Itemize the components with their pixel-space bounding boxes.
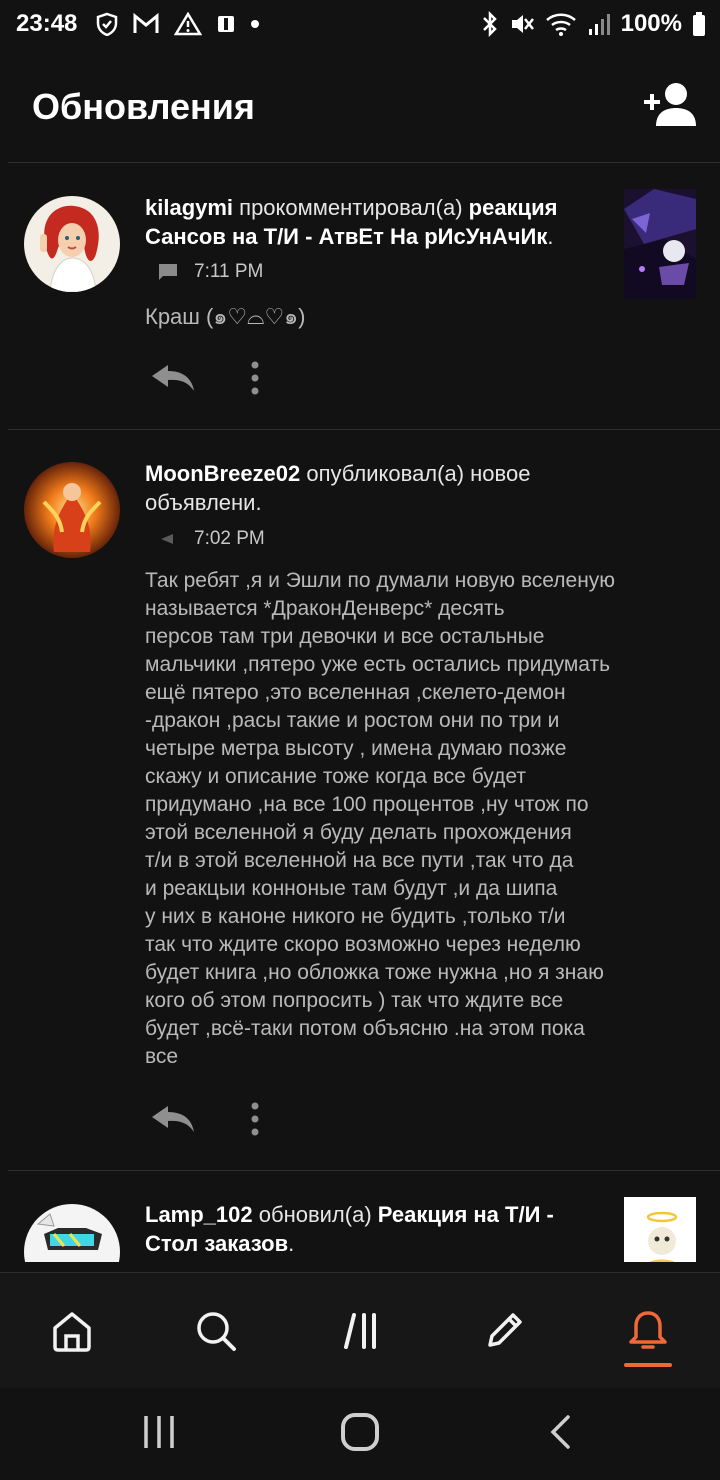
bottom-navigation: [0, 1272, 720, 1389]
username[interactable]: MoonBreeze02: [145, 461, 300, 486]
system-navigation-bar: [0, 1388, 720, 1480]
battery-icon: [693, 12, 705, 36]
status-time: 23:48: [16, 10, 78, 37]
nav-search[interactable]: [188, 1303, 244, 1359]
feed-item[interactable]: kilagymi прокомментировал(а) реакция Сан…: [0, 163, 720, 429]
feed-item[interactable]: MoonBreeze02 опубликовал(а) новое объявл…: [0, 430, 720, 1170]
item-meta: 7:02 PM: [158, 528, 265, 550]
item-meta: 7:11 PM: [158, 261, 263, 283]
system-icons: 100%: [481, 10, 706, 38]
bluetooth-icon: [482, 11, 497, 37]
announcement-text: Так ребят ,я и Эшли по думали новую всел…: [145, 569, 616, 1068]
bell-icon: [629, 1311, 667, 1349]
notification-icons: [96, 12, 260, 36]
library-icon: [344, 1313, 376, 1349]
nav-write[interactable]: [476, 1303, 532, 1359]
story-cover[interactable]: [624, 189, 696, 299]
recents-icon[interactable]: [142, 1414, 176, 1450]
status-bar: 23:48 100%: [0, 0, 720, 56]
item-headline: MoonBreeze02 опубликовал(а) новое объявл…: [145, 461, 531, 515]
home-icon: [53, 1312, 91, 1352]
home-circle-icon[interactable]: [340, 1412, 380, 1452]
item-headline: Lamp_102 обновил(а) Реакция на Т/И - Сто…: [145, 1202, 554, 1256]
feed-item[interactable]: Lamp_102 обновил(а) Реакция на Т/И - Сто…: [0, 1171, 720, 1262]
warning-icon: [174, 12, 202, 36]
reply-icon[interactable]: [150, 1104, 196, 1134]
battery-percent: 100%: [620, 10, 682, 37]
comment-icon: [159, 264, 177, 280]
nav-library[interactable]: [334, 1303, 390, 1359]
search-icon: [197, 1312, 236, 1351]
pencil-icon: [488, 1313, 522, 1347]
dot-icon: [251, 20, 259, 28]
item-headline: kilagymi прокомментировал(а) реакция Сан…: [145, 195, 558, 249]
more-vert-icon[interactable]: [250, 1102, 260, 1136]
active-tab-indicator: [624, 1363, 672, 1367]
nav-notifications[interactable]: [620, 1303, 676, 1359]
add-user-icon[interactable]: [640, 82, 696, 128]
username[interactable]: kilagymi: [145, 195, 233, 220]
comment-text: Краш (๑♡⌓♡๑): [145, 304, 306, 329]
avatar[interactable]: [24, 196, 120, 292]
nav-home[interactable]: [44, 1303, 100, 1359]
gmail-icon: [133, 13, 159, 33]
app-bar: Обновления: [0, 56, 720, 162]
more-vert-icon[interactable]: [250, 361, 260, 395]
avatar[interactable]: [24, 1204, 120, 1262]
shield-icon: [96, 12, 118, 36]
app-notification-icon: [218, 16, 234, 32]
username[interactable]: Lamp_102: [145, 1202, 253, 1227]
avatar[interactable]: [24, 462, 120, 558]
item-actions: [150, 361, 260, 395]
signal-icon: [588, 14, 610, 35]
item-actions: [150, 1102, 260, 1136]
back-icon[interactable]: [548, 1414, 574, 1450]
page-title: Обновления: [32, 86, 255, 127]
reply-icon[interactable]: [150, 363, 196, 393]
mute-icon: [511, 15, 534, 33]
wifi-icon: [545, 13, 576, 36]
timestamp: 7:02 PM: [194, 528, 265, 549]
story-cover[interactable]: [624, 1197, 696, 1262]
megaphone-icon: [161, 534, 173, 544]
timestamp: 7:11 PM: [194, 261, 264, 282]
